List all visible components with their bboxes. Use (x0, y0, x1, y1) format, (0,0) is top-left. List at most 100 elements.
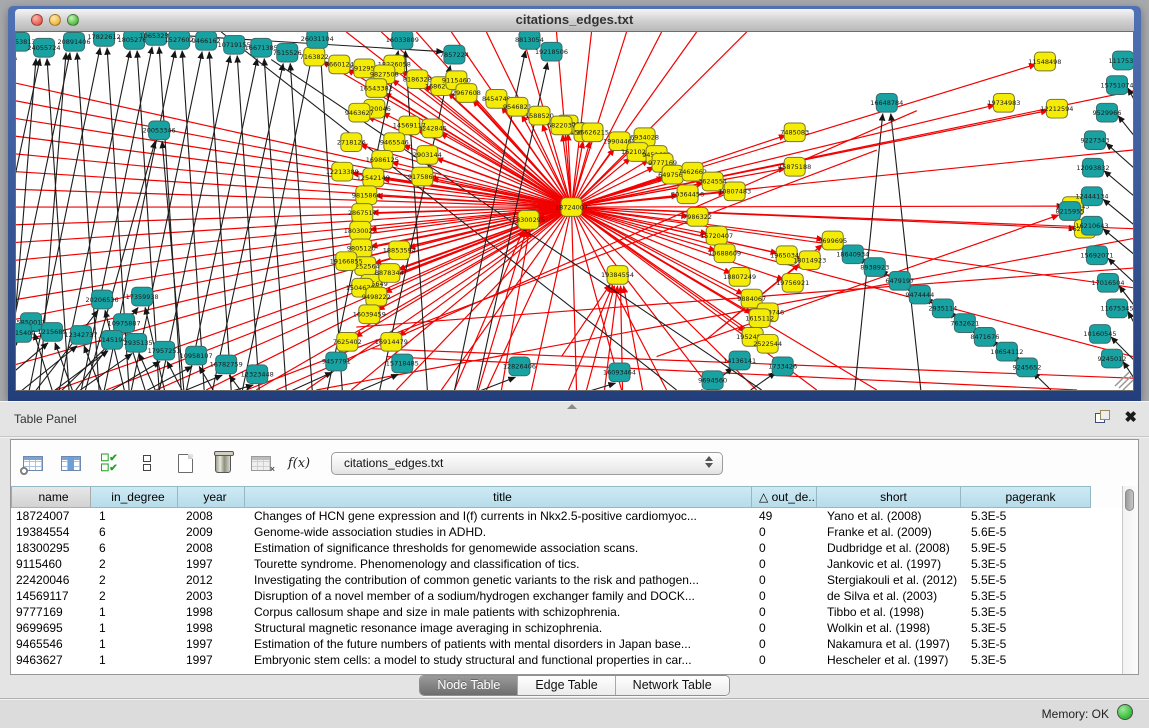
cell-title: Disruption of a novel member of a sodium… (245, 588, 752, 604)
graph-edge (167, 361, 190, 390)
table-scrollbar[interactable] (1122, 486, 1138, 674)
graph-node-label: 1733426 (768, 363, 797, 371)
graph-node-label: 9815864 (352, 192, 381, 200)
table-row[interactable]: 977716911998Corpus callosum shape and si… (11, 604, 1138, 620)
graph-node-label: 24055724 (27, 44, 60, 52)
table-row[interactable]: 1830029562008Estimation of significance … (11, 540, 1138, 556)
memory-status-icon[interactable] (1117, 704, 1133, 720)
cell-short: Jankovic et al. (1997) (817, 556, 961, 572)
graph-edge (16, 344, 17, 390)
cell-name: 9465546 (11, 636, 91, 652)
network-view[interactable]: 7163822866012459129541822605898275088186… (15, 31, 1134, 391)
graph-node-label: 19218506 (535, 48, 568, 56)
table-row[interactable]: 2242004622012Investigating the contribut… (11, 572, 1138, 588)
cell-out_degree: 49 (752, 508, 817, 524)
graph-node-label: 16033809 (386, 36, 419, 44)
window-titlebar[interactable]: citations_edges.txt (15, 9, 1134, 32)
graph-node-label: 9245012 (1098, 355, 1127, 363)
cell-name: 18300295 (11, 540, 91, 556)
cell-title: Estimation of significance thresholds fo… (245, 540, 752, 556)
graph-edge (891, 114, 921, 390)
column-header-in-degree[interactable]: in_degree (91, 486, 178, 508)
graph-node-label: 18853594 (383, 247, 416, 255)
graph-edge (1128, 88, 1133, 124)
show-columns-icon[interactable] (57, 450, 85, 476)
column-header-pagerank[interactable]: pagerank (961, 486, 1091, 508)
column-header-short[interactable]: short (817, 486, 961, 508)
memory-status-label: Memory: OK (1042, 707, 1109, 721)
float-panel-icon[interactable] (1095, 410, 1110, 425)
column-header-year[interactable]: year (178, 486, 245, 508)
table-mode-icon[interactable] (19, 450, 47, 476)
cell-pagerank: 5.3E-5 (961, 620, 1091, 636)
function-builder-icon[interactable]: f(x) (285, 450, 313, 476)
table-select-dropdown[interactable]: citations_edges.txt (331, 452, 723, 475)
graph-node-label: 16093464 (603, 369, 636, 377)
graph-node-label: 9884067 (737, 295, 766, 303)
graph-node-label: 18030022 (344, 227, 377, 235)
rows-icon[interactable] (133, 450, 161, 476)
graph-node-label: 16210643 (1075, 222, 1108, 230)
graph-node-label: 8813054 (515, 36, 544, 44)
create-table-icon[interactable] (171, 450, 199, 476)
graph-node-label: 9457791 (322, 358, 351, 366)
graph-node-label: 18300295 (512, 216, 545, 224)
cell-in_degree: 1 (91, 620, 178, 636)
table-row[interactable]: 969969511998Structural magnetic resonanc… (11, 620, 1138, 636)
cell-pagerank: 5.3E-5 (961, 636, 1091, 652)
cell-in_degree: 2 (91, 556, 178, 572)
graph-node-label: 10958107 (180, 352, 213, 360)
graph-node-label: 15875188 (778, 163, 811, 171)
graph-node-label: 15692071 (1080, 252, 1113, 260)
graph-node-label: 12542149 (357, 174, 390, 182)
column-header-name[interactable]: name (11, 486, 91, 508)
cell-short: Nakamura et al. (1997) (817, 636, 961, 652)
close-panel-icon[interactable]: ✖ (1124, 410, 1137, 425)
cell-year: 1997 (178, 556, 245, 572)
cell-name: 9463627 (11, 652, 91, 668)
tab-node-table[interactable]: Node Table (420, 676, 518, 695)
table-header-row: name in_degree year title △ out_de... sh… (11, 486, 1138, 508)
cell-out_degree: 0 (752, 556, 817, 572)
graph-node-label: 17359938 (126, 293, 159, 301)
graph-node-label: 16626215 (576, 129, 609, 137)
table-row[interactable]: 946362711997Embryonic stem cells: a mode… (11, 652, 1138, 668)
cell-year: 1997 (178, 652, 245, 668)
cell-out_degree: 0 (752, 620, 817, 636)
tab-network-table[interactable]: Network Table (616, 676, 729, 695)
table-row[interactable]: 946554611997Estimation of the future num… (11, 636, 1138, 652)
graph-node-label: 1615112 (745, 315, 774, 323)
cell-pagerank: 5.3E-5 (961, 588, 1091, 604)
cell-title: Estimation of the future numbers of pati… (245, 636, 752, 652)
cell-pagerank: 5.9E-5 (961, 540, 1091, 556)
node-table: name in_degree year title △ out_de... sh… (11, 486, 1138, 674)
window-title: citations_edges.txt (15, 12, 1134, 27)
table-row[interactable]: 1872400712008Changes of HCN gene express… (11, 508, 1138, 524)
select-columns-icon[interactable]: ☐✔☐✔ (95, 450, 123, 476)
graph-node-label: 8878344 (375, 269, 404, 277)
graph-node-label: 2903144 (413, 151, 442, 159)
resize-grip-icon[interactable] (1115, 372, 1133, 390)
import-table-icon[interactable]: × (247, 450, 275, 476)
table-row[interactable]: 1938455462009Genome-wide association stu… (11, 524, 1138, 540)
table-row[interactable]: 911546021997Tourette syndrome. Phenomeno… (11, 556, 1138, 572)
column-header-out-degree[interactable]: △ out_de... (752, 486, 817, 508)
delete-table-icon[interactable] (209, 450, 237, 476)
graph-node-label: 17822612 (88, 33, 121, 41)
scrollbar-thumb[interactable] (1125, 489, 1134, 511)
cell-out_degree: 0 (752, 540, 817, 556)
graph-node-label: 6934028 (630, 134, 659, 142)
tab-edge-table[interactable]: Edge Table (518, 676, 615, 695)
table-row[interactable]: 1456911722003Disruption of a novel membe… (11, 588, 1138, 604)
graph-node-label: 9694560 (698, 376, 727, 384)
column-header-title[interactable]: title (245, 486, 752, 508)
graph-node-label: 16543382 (360, 84, 393, 92)
cell-short: Dudbridge et al. (2008) (817, 540, 961, 556)
graph-node-label: 3624554 (698, 178, 727, 186)
graph-node-label: 19384554 (601, 271, 634, 279)
graph-node-label: 16039459 (353, 311, 386, 319)
cell-title: Embryonic stem cells: a model to study s… (245, 652, 752, 668)
panel-splitter-handle[interactable] (567, 404, 577, 409)
cell-year: 1998 (178, 620, 245, 636)
graph-node-label: 16914479 (375, 338, 408, 346)
